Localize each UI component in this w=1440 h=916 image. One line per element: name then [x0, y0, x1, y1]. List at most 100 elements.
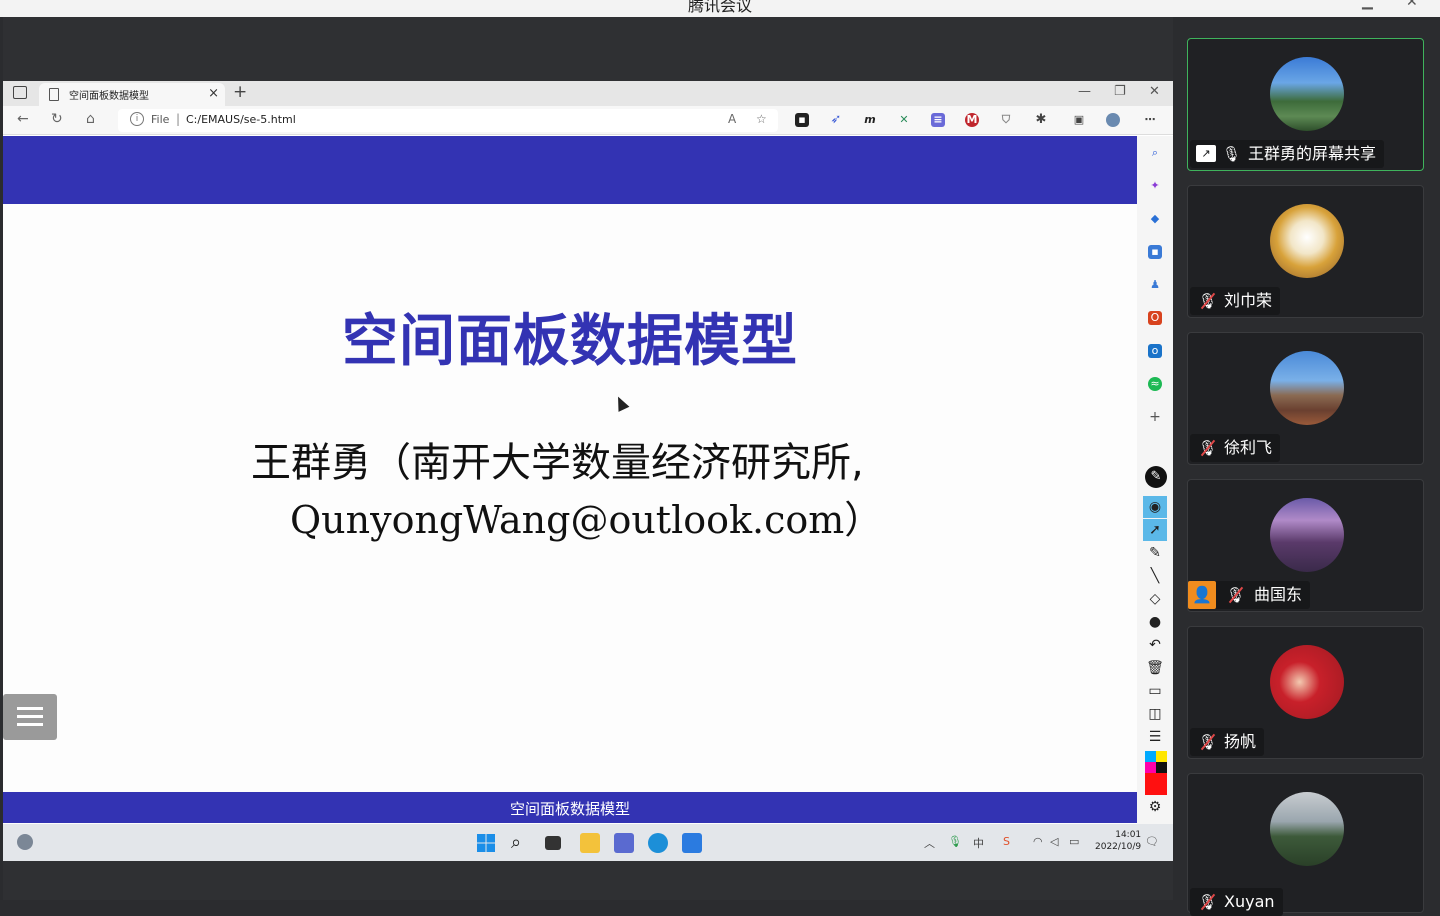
participant-tile[interactable]: 👤 🎙 曲国东 [1187, 479, 1424, 612]
tab-actions-icon[interactable] [13, 86, 27, 99]
camera-icon[interactable]: ◫ [1143, 703, 1167, 725]
pointer-icon[interactable]: ➚ [1143, 519, 1167, 541]
microphone-icon[interactable]: 🎙 [948, 835, 962, 848]
more-icon[interactable]: ⋯ [1143, 113, 1157, 127]
windows-taskbar: ⌕ ︿ 🎙 中 S ◠ ◁ ▭ 14:01 2022/10/9 🗨 [3, 824, 1173, 861]
close-tab-icon[interactable]: × [208, 86, 219, 101]
participant-name-tag: ↗ 🎙 王群勇的屏幕共享 [1190, 140, 1385, 168]
extension-icon[interactable]: M [965, 113, 979, 127]
line-icon[interactable]: ╲ [1143, 565, 1167, 587]
browser-tab[interactable]: 空间面板数据模型 × [39, 83, 225, 106]
participant-name-tag: 🎙 扬帆 [1190, 728, 1265, 756]
list-icon [17, 707, 43, 710]
tools-icon[interactable]: ▪ [1148, 245, 1162, 259]
extension-icon[interactable]: ✕ [897, 113, 911, 127]
file-explorer-icon[interactable] [580, 833, 600, 853]
tab-strip: 空间面板数据模型 × + — ❐ ✕ [3, 81, 1173, 106]
minimize-window-icon[interactable]: — [1078, 84, 1091, 99]
address-separator: | [176, 112, 181, 126]
slide-author: 王群勇（南开大学数量经济研究所, [251, 440, 864, 486]
extension-icon[interactable]: ▪ [795, 113, 809, 127]
address-bar[interactable]: i File | C:/EMAUS/se-5.html A ☆ [118, 109, 778, 132]
participant-name-tag: 🎙 Xuyan [1190, 888, 1283, 916]
restore-window-icon[interactable]: ❐ [1114, 84, 1126, 99]
input-method-icon[interactable]: 中 [973, 835, 984, 851]
read-aloud-icon[interactable]: A [728, 112, 736, 126]
participant-tile[interactable]: 🎙 徐利飞 [1187, 332, 1424, 465]
participant-name: 扬帆 [1224, 732, 1257, 751]
minimize-icon[interactable]: ▁ [1362, 0, 1373, 10]
edge-icon[interactable] [648, 833, 668, 853]
eye-icon[interactable]: ◉ [1143, 496, 1167, 518]
start-icon[interactable] [476, 833, 496, 853]
outlook-icon[interactable]: o [1148, 344, 1162, 358]
trash-icon[interactable]: 🗑 [1143, 657, 1167, 679]
address-scheme: File [151, 113, 170, 126]
settings-icon[interactable]: ⚙ [1143, 796, 1167, 818]
microphone-muted-icon: 🎙 [1226, 586, 1246, 604]
task-view-icon[interactable] [545, 836, 561, 850]
office-icon[interactable]: O [1148, 311, 1162, 325]
search-icon[interactable]: ⌕ [1148, 146, 1162, 160]
wifi-icon[interactable]: ◠ [1033, 835, 1043, 848]
back-icon[interactable]: ← [17, 111, 29, 127]
weather-icon[interactable] [17, 834, 33, 850]
participant-name: 王群勇的屏幕共享 [1248, 144, 1377, 163]
tray-chevron-icon[interactable]: ︿ [924, 835, 935, 851]
volume-icon[interactable]: ◁ [1050, 835, 1058, 848]
spotify-icon[interactable]: ≈ [1148, 377, 1162, 391]
color-palette[interactable] [1145, 751, 1167, 795]
participant-name: 曲国东 [1254, 585, 1303, 604]
battery-icon[interactable]: ▭ [1069, 835, 1079, 848]
slide-menu-button[interactable] [3, 694, 57, 740]
mouse-cursor-icon [612, 394, 630, 412]
favorite-icon[interactable]: ☆ [756, 112, 767, 126]
participant-tile[interactable]: 🎙 刘巾荣 [1187, 185, 1424, 318]
slide-footer: 空间面板数据模型 [3, 792, 1137, 823]
shopping-icon[interactable]: ◆ [1148, 212, 1162, 226]
participant-name-tag: 🎙 刘巾荣 [1190, 287, 1281, 315]
close-window-icon[interactable]: ✕ [1149, 84, 1160, 99]
undo-icon[interactable]: ↶ [1143, 634, 1167, 656]
dot-icon[interactable]: ● [1143, 611, 1167, 633]
profile-avatar[interactable] [1106, 113, 1120, 127]
avatar [1270, 792, 1344, 866]
apps-icon[interactable] [614, 833, 634, 853]
home-icon[interactable]: ⌂ [86, 111, 95, 127]
collections-icon[interactable]: ▣ [1072, 113, 1086, 127]
add-icon[interactable]: + [1148, 410, 1162, 424]
participant-name: Xuyan [1224, 892, 1275, 911]
extension-icon[interactable]: ➶ [829, 113, 843, 127]
shield-icon[interactable]: ⛉ [999, 113, 1013, 127]
refresh-icon[interactable]: ↻ [51, 111, 63, 127]
system-clock[interactable]: 14:01 2022/10/9 [1095, 829, 1141, 853]
eraser-icon[interactable]: ◇ [1143, 588, 1167, 610]
copilot-icon[interactable]: ✦ [1148, 179, 1162, 193]
list-icon-line [17, 715, 43, 718]
extension-icon[interactable]: ≡ [931, 113, 945, 127]
notification-icon[interactable]: 🗨 [1145, 835, 1159, 848]
search-icon[interactable]: ⌕ [511, 833, 531, 853]
clipboard-icon[interactable]: ☰ [1143, 726, 1167, 748]
tencent-meeting-icon[interactable] [682, 833, 702, 853]
extensions-icon[interactable]: ✱ [1034, 113, 1048, 127]
board-icon[interactable]: ▭ [1143, 680, 1167, 702]
participant-tile[interactable]: ↗ 🎙 王群勇的屏幕共享 [1187, 38, 1424, 171]
highlighter-icon[interactable]: ✎ [1143, 542, 1167, 564]
avatar [1270, 57, 1344, 131]
avatar [1270, 351, 1344, 425]
close-icon[interactable]: ✕ [1406, 0, 1418, 10]
info-icon[interactable]: i [130, 112, 144, 126]
address-url: C:/EMAUS/se-5.html [186, 113, 296, 126]
participant-tile[interactable]: 🎙 扬帆 [1187, 626, 1424, 759]
app-tray-icon[interactable]: S [1003, 835, 1010, 848]
slide-title: 空间面板数据模型 [342, 309, 798, 374]
avatar [1270, 645, 1344, 719]
participant-tile[interactable]: 🎙 Xuyan [1187, 773, 1424, 916]
clock-time: 14:01 [1115, 830, 1142, 840]
games-icon[interactable]: ♟ [1148, 278, 1162, 292]
extension-icon[interactable]: m [863, 113, 877, 127]
new-tab-icon[interactable]: + [233, 82, 247, 102]
document-icon [49, 88, 59, 101]
annotation-pen-icon[interactable]: ✎ [1145, 466, 1167, 488]
